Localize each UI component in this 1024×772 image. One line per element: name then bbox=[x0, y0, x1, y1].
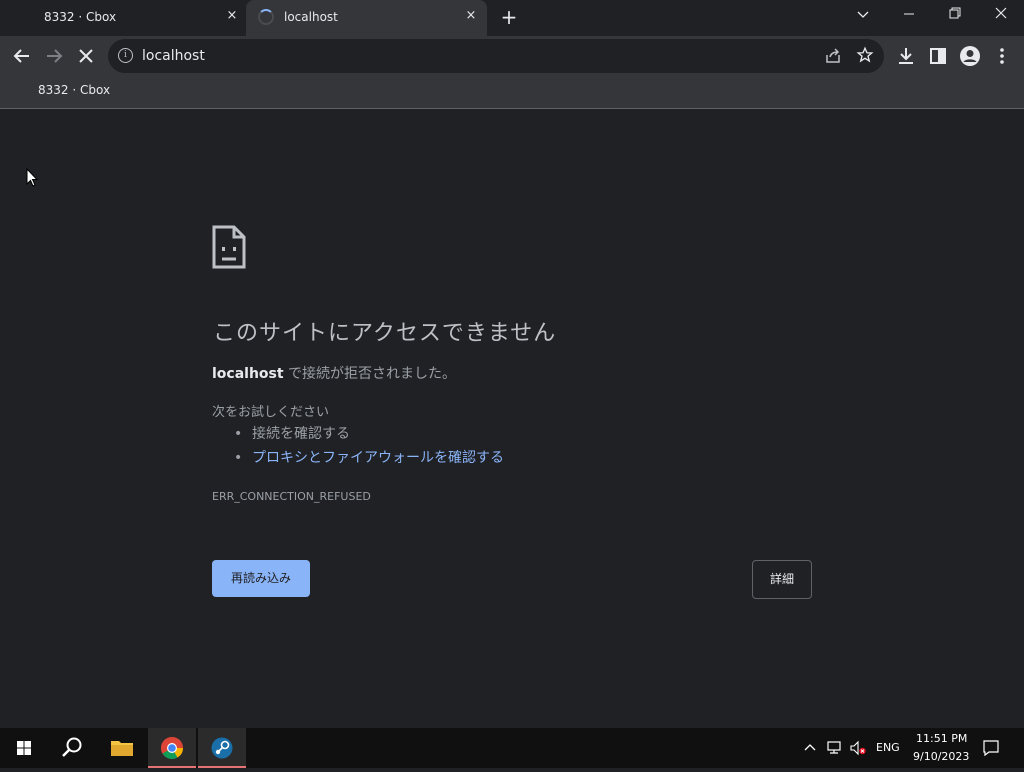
clock-time[interactable]: 11:51 PM bbox=[916, 732, 967, 745]
bookmarks-bar: 8332 · Cbox bbox=[0, 76, 1024, 109]
details-button[interactable]: 詳細 bbox=[752, 560, 812, 599]
try-label: 次をお試しください bbox=[212, 405, 330, 420]
search-icon[interactable] bbox=[48, 728, 96, 768]
error-heading: このサイトにアクセスできません bbox=[213, 321, 557, 346]
close-icon[interactable] bbox=[989, 4, 1013, 26]
browser-toolbar: i localhost bbox=[0, 36, 1024, 76]
file-explorer-icon[interactable] bbox=[98, 728, 146, 768]
show-hidden-icons-chevron-icon[interactable] bbox=[803, 740, 817, 759]
new-tab-icon[interactable]: + bbox=[500, 7, 518, 27]
minimize-icon[interactable] bbox=[897, 4, 921, 26]
start-windows-icon[interactable] bbox=[0, 728, 48, 768]
suggestion-check-connection: 接続を確認する bbox=[234, 422, 504, 446]
forward-arrow-icon[interactable] bbox=[42, 44, 66, 68]
profile-avatar-icon[interactable] bbox=[958, 44, 982, 68]
address-bar-url[interactable]: localhost bbox=[142, 48, 205, 64]
tab-cbox[interactable]: 8332 · Cbox × bbox=[0, 0, 246, 34]
sad-page-icon bbox=[212, 225, 246, 273]
clock-date[interactable]: 9/10/2023 bbox=[913, 750, 969, 763]
chrome-icon[interactable] bbox=[148, 728, 196, 768]
error-message: localhost で接続が拒否されました。 bbox=[212, 363, 456, 383]
restore-icon[interactable] bbox=[943, 4, 967, 26]
bookmark-star-icon[interactable] bbox=[856, 46, 874, 68]
reload-button[interactable]: 再読み込み bbox=[212, 560, 310, 597]
error-page: このサイトにアクセスできません localhost で接続が拒否されました。 次… bbox=[0, 109, 1024, 728]
tab-search-chevron-icon[interactable] bbox=[851, 4, 875, 26]
tab-strip: 8332 · Cbox × localhost × + bbox=[0, 0, 1024, 36]
tab-close-icon[interactable]: × bbox=[463, 8, 479, 24]
windows-taskbar: ENG 11:51 PM 9/10/2023 bbox=[0, 728, 1024, 768]
bookmark-cbox[interactable]: 8332 · Cbox bbox=[38, 83, 110, 97]
share-icon[interactable] bbox=[824, 47, 842, 69]
error-description: で接続が拒否されました。 bbox=[288, 366, 457, 382]
tab-title: 8332 · Cbox bbox=[44, 10, 117, 24]
volume-muted-icon[interactable] bbox=[849, 740, 867, 760]
loading-spinner-icon bbox=[258, 9, 274, 25]
suggestion-list: 接続を確認する プロキシとファイアウォールを確認する bbox=[234, 422, 504, 470]
menu-kebab-icon[interactable] bbox=[990, 44, 1014, 68]
mouse-cursor-icon bbox=[26, 167, 39, 191]
address-bar[interactable]: i localhost bbox=[108, 39, 884, 73]
error-code: ERR_CONNECTION_REFUSED bbox=[212, 490, 371, 503]
site-info-icon[interactable]: i bbox=[118, 48, 133, 63]
error-host: localhost bbox=[212, 366, 284, 382]
tab-localhost[interactable]: localhost × bbox=[246, 0, 487, 36]
back-arrow-icon[interactable] bbox=[10, 44, 34, 68]
download-icon[interactable] bbox=[894, 44, 918, 68]
network-icon[interactable] bbox=[826, 740, 844, 760]
notification-center-icon[interactable] bbox=[982, 739, 1000, 761]
stop-loading-icon[interactable] bbox=[74, 44, 98, 68]
tab-close-icon[interactable]: × bbox=[224, 8, 240, 24]
tab-title: localhost bbox=[284, 10, 338, 24]
side-panel-icon[interactable] bbox=[926, 44, 950, 68]
suggestion-check-proxy-firewall[interactable]: プロキシとファイアウォールを確認する bbox=[234, 446, 504, 470]
steam-icon[interactable] bbox=[198, 728, 246, 768]
input-language[interactable]: ENG bbox=[876, 741, 900, 754]
